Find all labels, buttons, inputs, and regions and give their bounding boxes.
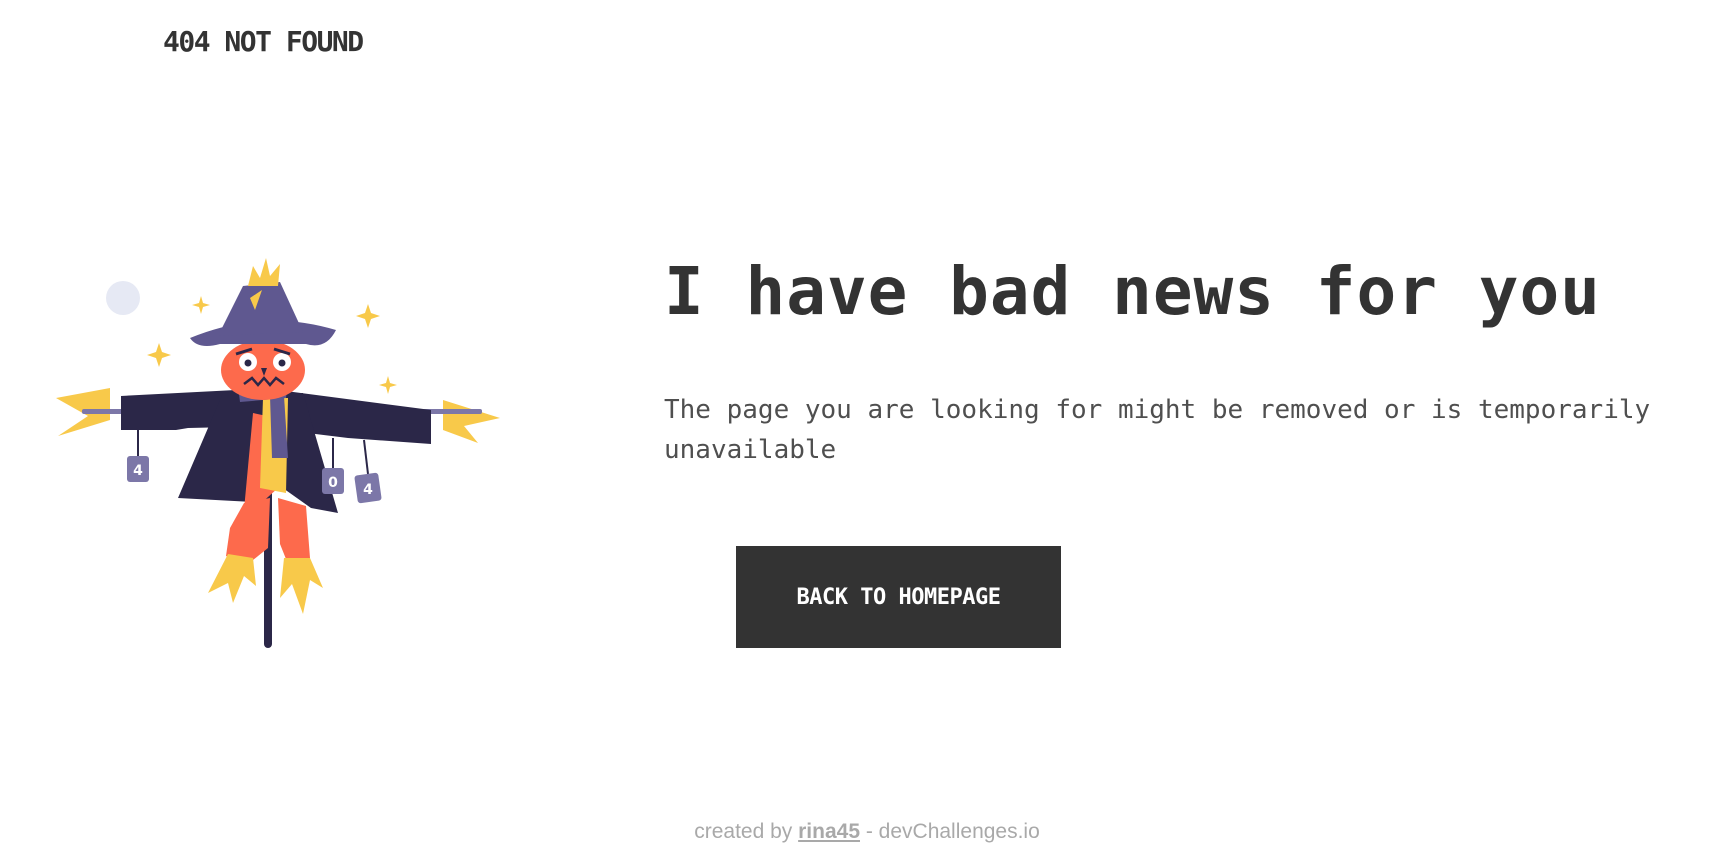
- back-to-homepage-button[interactable]: BACK TO HOMEPAGE: [736, 546, 1061, 648]
- scarecrow-illustration: 4 0 4: [48, 258, 508, 648]
- author-link[interactable]: rina45: [798, 820, 860, 843]
- can-label: 4: [363, 482, 373, 498]
- sparkle-icon: [356, 304, 380, 328]
- moon-icon: [106, 281, 140, 315]
- can-label: 0: [328, 475, 338, 491]
- footer-suffix: - devChallenges.io: [865, 820, 1040, 843]
- can-label: 4: [133, 463, 143, 479]
- brand-logo: 404 NOT FOUND: [163, 25, 364, 58]
- sparkle-icon: [379, 376, 397, 394]
- sparkle-icon: [192, 296, 210, 314]
- sparkle-icon: [147, 343, 171, 367]
- footer: created by rina45 - devChallenges.io: [0, 818, 1734, 846]
- footer-prefix: created by: [694, 820, 793, 843]
- page-headline: I have bad news for you: [664, 253, 1601, 330]
- error-message: The page you are looking for might be re…: [664, 395, 1651, 465]
- main-content: I have bad news for you The page you are…: [664, 244, 1704, 470]
